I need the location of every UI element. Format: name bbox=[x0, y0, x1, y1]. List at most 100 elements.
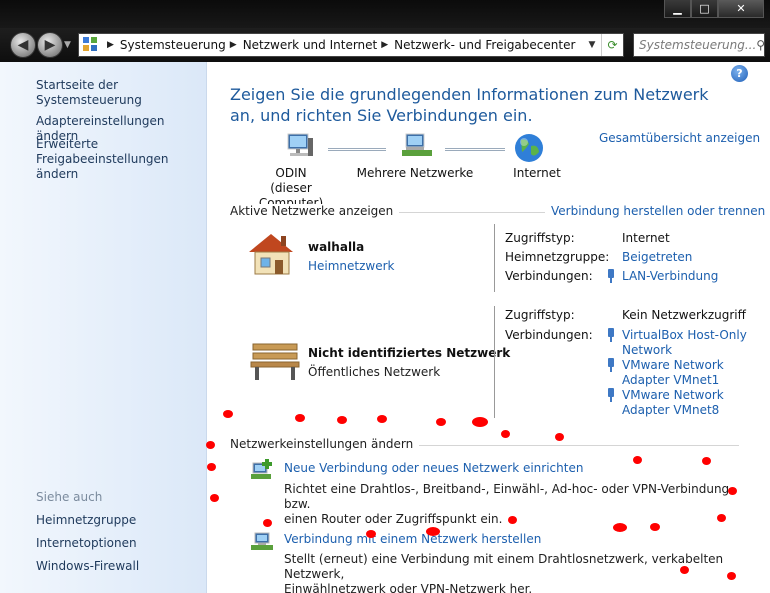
breadcrumb-control-panel[interactable]: Systemsteuerung bbox=[120, 38, 226, 52]
annotation-dot bbox=[223, 410, 233, 418]
connection-link-line[interactable]: VMware Network bbox=[622, 358, 724, 373]
annotation-dot bbox=[727, 572, 736, 580]
annotation-dot bbox=[206, 441, 215, 449]
sidebar: Startseite der Systemsteuerung Adapterei… bbox=[0, 62, 207, 593]
connection-link-line[interactable]: Adapter VMnet8 bbox=[622, 403, 724, 418]
annotation-dot bbox=[702, 457, 711, 465]
connection-link-line[interactable]: VMware Network bbox=[622, 388, 724, 403]
setup-new-connection-link[interactable]: Neue Verbindung oder neues Netzwerk einr… bbox=[284, 461, 583, 475]
history-dropdown-icon[interactable]: ▼ bbox=[64, 40, 71, 50]
navigation-bar: ◀ ▶ ▼ ▶ Systemsteuerung ▶ Netzwerk und I… bbox=[0, 28, 770, 62]
multiple-networks-icon bbox=[402, 133, 432, 156]
connect-to-network-link[interactable]: Verbindung mit einem Netzwerk herstellen bbox=[284, 532, 541, 546]
network-name: walhalla bbox=[308, 240, 365, 254]
annotation-dot bbox=[207, 463, 216, 471]
sidebar-link-control-panel-home[interactable]: Startseite der Systemsteuerung bbox=[36, 78, 206, 108]
task-description: Stellt (erneut) eine Verbindung mit eine… bbox=[284, 552, 744, 593]
active-networks-title: Aktive Netzwerke anzeigen bbox=[230, 204, 400, 218]
annotation-dot bbox=[717, 514, 726, 522]
forward-button[interactable]: ▶ bbox=[37, 32, 63, 58]
title-bar: ▁ □ ✕ bbox=[0, 0, 770, 28]
control-panel-icon bbox=[83, 37, 99, 53]
public-network-bench-icon bbox=[250, 343, 300, 380]
map-node-multiple-networks: Mehrere Netzwerke bbox=[355, 166, 475, 181]
annotation-dot bbox=[728, 487, 737, 495]
search-box[interactable]: Systemsteuerung... ⚲ bbox=[633, 33, 765, 57]
change-settings-title: Netzwerkeinstellungen ändern bbox=[230, 437, 420, 451]
sidebar-link-internet-options[interactable]: Internetoptionen bbox=[36, 536, 137, 551]
column-divider bbox=[494, 224, 495, 292]
task-description-line: Richtet eine Drahtlos-, Breitband-, Einw… bbox=[284, 482, 730, 511]
network-sharing-center-window: ▁ □ ✕ ◀ ▶ ▼ ▶ Systemsteuerung ▶ Netzwerk… bbox=[0, 0, 770, 593]
connection-link-vmnet1[interactable]: VMware Network Adapter VMnet1 bbox=[622, 358, 724, 388]
network-name: Nicht identifiziertes Netzwerk bbox=[308, 346, 511, 360]
new-connection-icon bbox=[251, 459, 272, 479]
access-type-label: Zugriffstyp: bbox=[505, 231, 575, 245]
annotation-dot bbox=[210, 494, 219, 502]
connection-link-line[interactable]: VirtualBox Host-Only bbox=[622, 328, 747, 343]
map-node-label: Internet bbox=[513, 166, 561, 180]
sidebar-link-advanced-sharing[interactable]: Erweiterte Freigabeeinstellungen ändern bbox=[36, 137, 201, 182]
connection-link-lan[interactable]: LAN-Verbindung bbox=[622, 269, 718, 284]
search-input[interactable]: Systemsteuerung... bbox=[639, 38, 756, 52]
close-button[interactable]: ✕ bbox=[718, 0, 764, 18]
breadcrumb-separator-icon[interactable]: ▶ bbox=[381, 40, 388, 50]
back-button[interactable]: ◀ bbox=[10, 32, 36, 58]
breadcrumb-network-sharing-center[interactable]: Netzwerk- und Freigabecenter bbox=[394, 38, 575, 52]
forward-arrow-icon: ▶ bbox=[44, 37, 56, 53]
breadcrumb-separator-icon[interactable]: ▶ bbox=[107, 40, 114, 50]
main-content: ? Zeigen Sie die grundlegenden Informati… bbox=[207, 62, 770, 593]
address-bar[interactable]: ▶ Systemsteuerung ▶ Netzwerk und Interne… bbox=[78, 33, 624, 57]
connect-to-network-icon bbox=[251, 532, 273, 550]
refresh-icon: ⟳ bbox=[607, 38, 618, 52]
map-connection-line bbox=[328, 148, 386, 151]
annotation-dot bbox=[295, 414, 305, 422]
see-also-heading: Siehe auch bbox=[36, 490, 103, 504]
annotation-dot bbox=[472, 417, 488, 427]
connect-disconnect-link[interactable]: Verbindung herstellen oder trennen bbox=[545, 204, 766, 218]
minimize-button[interactable]: ▁ bbox=[664, 0, 691, 18]
homegroup-link[interactable]: Beigetreten bbox=[622, 250, 692, 265]
connection-link-virtualbox[interactable]: VirtualBox Host-Only Network bbox=[622, 328, 747, 358]
search-icon[interactable]: ⚲ bbox=[756, 38, 765, 52]
annotation-dot bbox=[680, 566, 689, 574]
help-icon[interactable]: ? bbox=[731, 65, 748, 82]
annotation-dot bbox=[426, 527, 440, 536]
map-node-label: Mehrere Netzwerke bbox=[356, 166, 474, 180]
map-node-internet: Internet bbox=[497, 166, 577, 181]
address-controls: ▼ ⟳ bbox=[583, 34, 623, 56]
connections-label: Verbindungen: bbox=[505, 269, 593, 283]
breadcrumb-network-internet[interactable]: Netzwerk und Internet bbox=[243, 38, 378, 52]
task-description-line: Stellt (erneut) eine Verbindung mit eine… bbox=[284, 552, 724, 581]
connection-link-vmnet8[interactable]: VMware Network Adapter VMnet8 bbox=[622, 388, 724, 418]
map-node-label: ODIN bbox=[275, 166, 307, 180]
sidebar-link-homegroup[interactable]: Heimnetzgruppe bbox=[36, 513, 136, 528]
annotation-dot bbox=[650, 523, 660, 531]
sidebar-link-windows-firewall[interactable]: Windows-Firewall bbox=[36, 559, 139, 574]
annotation-dot bbox=[633, 456, 642, 464]
annotation-dot bbox=[613, 523, 627, 532]
annotation-dot bbox=[337, 416, 347, 424]
map-connection-line bbox=[445, 148, 505, 151]
annotation-dot bbox=[377, 415, 387, 423]
task-description-line: Einwählnetzwerk oder VPN-Netzwerk her. bbox=[284, 582, 533, 593]
column-divider bbox=[494, 306, 495, 418]
computer-icon bbox=[287, 133, 313, 156]
annotation-dot bbox=[508, 516, 517, 524]
annotation-dot bbox=[555, 433, 564, 441]
back-arrow-icon: ◀ bbox=[17, 37, 29, 53]
ethernet-plug-icon bbox=[608, 358, 614, 372]
refresh-button[interactable]: ⟳ bbox=[601, 34, 623, 56]
internet-globe-icon bbox=[515, 134, 543, 162]
connection-link-line[interactable]: Adapter VMnet1 bbox=[622, 373, 724, 388]
address-dropdown-icon[interactable]: ▼ bbox=[583, 34, 601, 56]
network-type: Öffentliches Netzwerk bbox=[308, 365, 441, 379]
connection-link-line[interactable]: Network bbox=[622, 343, 747, 358]
network-type-link[interactable]: Heimnetzwerk bbox=[308, 259, 395, 273]
maximize-button[interactable]: □ bbox=[691, 0, 718, 18]
breadcrumb-separator-icon[interactable]: ▶ bbox=[230, 40, 237, 50]
access-type-label: Zugriffstyp: bbox=[505, 308, 575, 322]
access-type-value: Internet bbox=[622, 231, 670, 245]
caption-buttons: ▁ □ ✕ bbox=[664, 0, 764, 18]
full-map-link[interactable]: Gesamtübersicht anzeigen bbox=[599, 131, 760, 145]
